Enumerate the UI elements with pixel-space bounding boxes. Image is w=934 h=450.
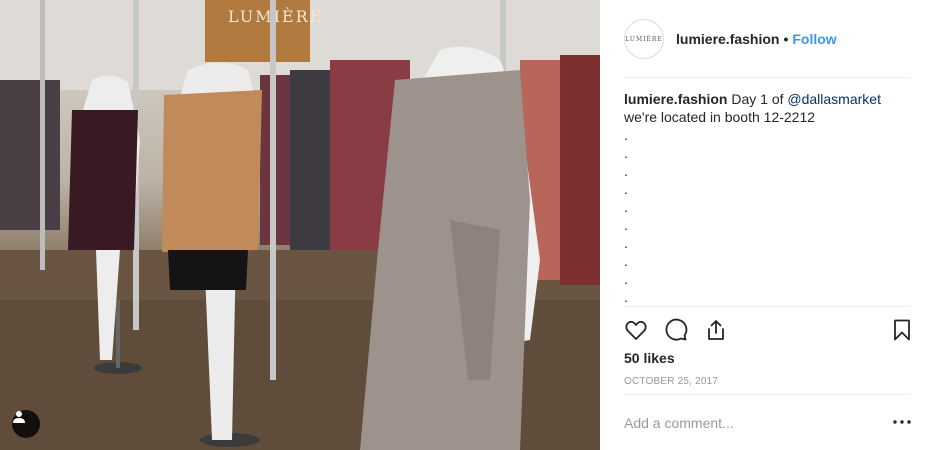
caption-dot-line: . bbox=[624, 199, 628, 215]
post-date[interactable]: OCTOBER 25, 2017 bbox=[624, 376, 718, 387]
more-options-icon bbox=[893, 420, 911, 424]
comment-icon bbox=[665, 318, 688, 341]
user-tag-icon bbox=[13, 411, 25, 423]
caption-username[interactable]: lumiere.fashion bbox=[624, 91, 727, 107]
user-tag-button[interactable] bbox=[12, 410, 40, 438]
caption-dot-line: . bbox=[624, 127, 628, 143]
share-button[interactable] bbox=[702, 316, 730, 344]
caption-dot-line: . bbox=[624, 253, 628, 269]
caption-dot-line: . bbox=[624, 145, 628, 161]
caption-mention-link[interactable]: @dallasmarket bbox=[787, 91, 881, 107]
caption-dot-line: . bbox=[624, 217, 628, 233]
caption-dot-line: . bbox=[624, 181, 628, 197]
avatar-text: LUMIÈRE bbox=[625, 35, 663, 43]
caption-dot-line: . bbox=[624, 271, 628, 287]
caption-text: Day 1 of bbox=[727, 91, 788, 107]
comment-divider bbox=[624, 394, 910, 395]
follow-button[interactable]: Follow bbox=[792, 31, 836, 47]
post-sidebar: LUMIÈRE lumiere.fashion • Follow lumiere… bbox=[600, 0, 934, 450]
like-button[interactable] bbox=[622, 316, 650, 344]
post-caption: lumiere.fashion Day 1 of @dallasmarket w… bbox=[624, 90, 910, 306]
comment-button[interactable] bbox=[662, 316, 690, 344]
like-count[interactable]: 50 likes bbox=[624, 350, 675, 366]
avatar[interactable]: LUMIÈRE bbox=[624, 19, 664, 59]
comment-input[interactable] bbox=[624, 410, 874, 436]
action-bar bbox=[622, 316, 914, 344]
photo-scene: LUMIÈRE bbox=[0, 0, 600, 450]
account-username[interactable]: lumiere.fashion bbox=[676, 31, 779, 47]
post-photo[interactable]: LUMIÈRE bbox=[0, 0, 600, 450]
share-icon bbox=[708, 320, 724, 340]
actions-divider bbox=[624, 306, 910, 307]
caption-dot-line: . bbox=[624, 289, 628, 305]
caption-dot-line: . bbox=[624, 163, 628, 179]
caption-line-2: we're located in booth 12-2212 bbox=[624, 109, 816, 125]
separator-dot: • bbox=[783, 31, 789, 47]
heart-icon bbox=[625, 320, 647, 340]
header-divider bbox=[624, 77, 910, 78]
save-button[interactable] bbox=[888, 316, 916, 344]
post-header: LUMIÈRE lumiere.fashion • Follow bbox=[624, 18, 910, 60]
caption-dot-line: . bbox=[624, 235, 628, 251]
more-options-button[interactable] bbox=[890, 412, 914, 432]
bookmark-icon bbox=[894, 319, 910, 341]
